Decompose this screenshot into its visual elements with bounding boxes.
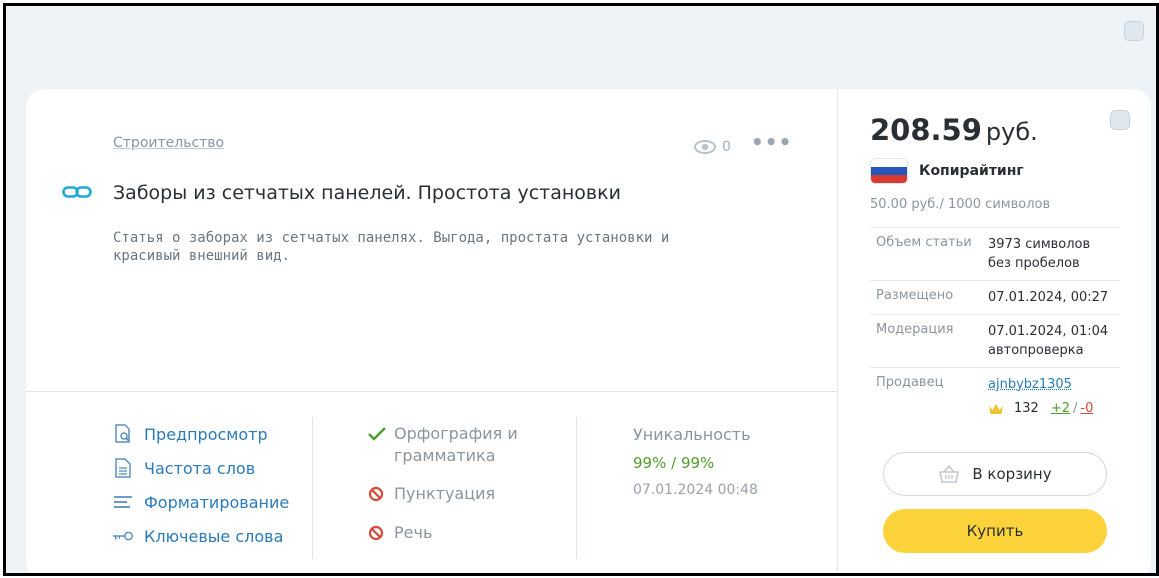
views-count: 0 [722,139,731,155]
cart-label: В корзину [972,465,1052,483]
negative-reviews-link[interactable]: -0 [1080,399,1093,418]
price-currency: руб. [985,118,1038,146]
info-table: Объем статьи 3973 символов без пробелов … [870,227,1120,425]
buy-button[interactable]: Купить [883,509,1107,553]
info-row-placed: Размещено 07.01.2024, 00:27 [870,281,1120,315]
info-key: Объем статьи [876,235,972,250]
blocked-icon [368,522,386,545]
language-row: Копирайтинг [870,158,1024,184]
info-value: 07.01.2024, 00:27 [988,290,1109,305]
uniqueness-value-1: 99% [633,454,667,472]
price-value: 208.59 [870,113,982,147]
word-frequency-button[interactable]: Частота слов [112,457,289,479]
price-rate: 50.00 руб./ 1000 символов [870,197,1051,212]
column-divider [576,417,577,559]
russia-flag-icon [870,158,908,184]
checks-list: Орфография и грамматика Пунктуация Речь [368,423,524,561]
key-icon [112,530,134,542]
preview-icon [112,424,134,444]
punctuation-check: Пунктуация [368,483,524,506]
article-main: Строительство 0 ••• Заборы из сетчатых п… [26,89,837,573]
keywords-button[interactable]: Ключевые слова [112,525,289,547]
uniqueness-value: 99% / 99% [633,454,715,472]
article-title[interactable]: Заборы из сетчатых панелей. Простота уст… [113,182,621,204]
eye-icon [694,140,716,154]
word-frequency-label: Частота слов [144,458,256,478]
blocked-icon [368,483,386,506]
keywords-label: Ключевые слова [144,526,284,546]
moderation-note: автопроверка [988,343,1084,358]
price: 208.59 руб. [870,113,1038,147]
speech-check: Речь [368,522,524,545]
views-counter: 0 [694,139,731,155]
formatting-label: Форматирование [144,492,290,512]
info-value: 07.01.2024, 01:04 автопроверка [988,322,1108,360]
volume-note: без пробелов [988,256,1080,271]
more-options-icon[interactable]: ••• [751,132,792,152]
info-value: 3973 символов без пробелов [988,235,1090,273]
service-type: Копирайтинг [919,163,1024,179]
info-row-moderation: Модерация 07.01.2024, 01:04 автопроверка [870,315,1120,368]
uniqueness-label: Уникальность [633,425,751,444]
volume-value: 3973 символов [988,237,1091,252]
buy-label: Купить [966,522,1024,540]
speech-label: Речь [394,523,433,542]
category-link[interactable]: Строительство [113,135,224,151]
info-key: Продавец [876,375,944,390]
rating-value: 132 [1014,401,1039,416]
info-row-volume: Объем статьи 3973 символов без пробелов [870,228,1120,281]
select-all-checkbox[interactable] [1124,21,1144,41]
document-icon [112,458,134,478]
add-to-cart-button[interactable]: В корзину [883,452,1107,496]
info-key: Размещено [876,288,954,303]
article-card: Строительство 0 ••• Заборы из сетчатых п… [26,89,1152,573]
moderation-date: 07.01.2024, 01:04 [988,324,1109,339]
select-checkbox[interactable] [1110,110,1130,130]
divider [26,391,837,392]
column-divider [312,417,313,559]
positive-reviews-link[interactable]: +2 [1051,399,1070,418]
crown-icon [989,403,1003,414]
spelling-check: Орфография и грамматика [368,423,524,467]
punctuation-label: Пунктуация [394,484,496,503]
article-description: Статья о заборах из сетчатых панелях. Вы… [113,230,670,264]
tools-list: Предпросмотр Частота слов Форматирование [112,423,289,559]
format-icon [112,494,134,510]
preview-label: Предпросмотр [144,424,268,444]
uniqueness-date: 07.01.2024 00:48 [633,482,758,498]
info-key: Модерация [876,322,954,337]
seller-rating: 132 +2 / -0 [988,399,1093,418]
link-icon [62,186,92,198]
uniqueness-value-2: 99% [680,454,715,472]
info-row-seller: Продавец ajnbybz1305 132 +2 / -0 [870,368,1120,425]
preview-button[interactable]: Предпросмотр [112,423,289,445]
uniqueness-block: Уникальность 99% / 99% 07.01.2024 00:48 [633,425,758,498]
seller-link[interactable]: ajnbybz1305 [988,377,1072,392]
page-frame: Строительство 0 ••• Заборы из сетчатых п… [3,3,1159,576]
check-icon [368,423,386,445]
formatting-button[interactable]: Форматирование [112,491,289,513]
purchase-sidebar: 208.59 руб. Копирайтинг 50.00 руб./ 1000 … [837,89,1152,573]
basket-icon [939,465,960,483]
spelling-label: Орфография и грамматика [394,424,518,465]
info-value: ajnbybz1305 132 +2 / -0 [988,375,1093,418]
